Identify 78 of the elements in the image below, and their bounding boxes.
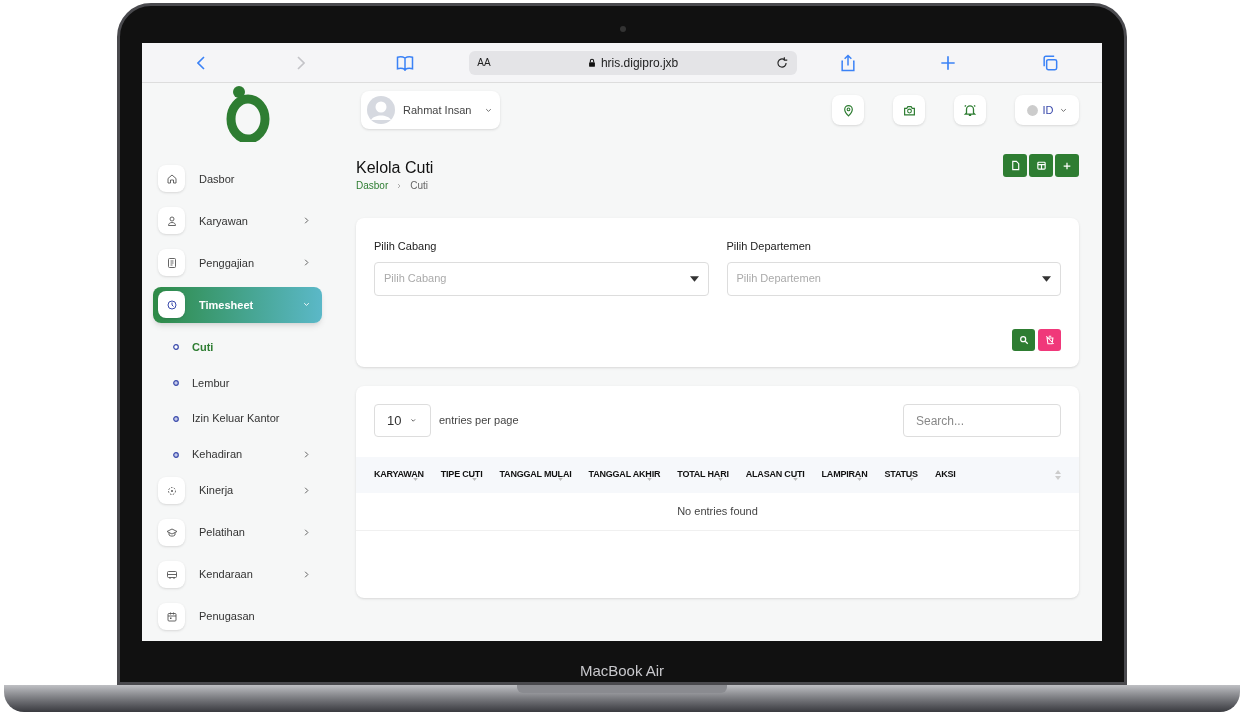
sort-icon: [792, 478, 798, 482]
export-button[interactable]: [1003, 154, 1027, 177]
field-label: Pilih Departemen: [726, 239, 812, 254]
document-icon: [165, 256, 178, 269]
location-button[interactable]: [832, 95, 864, 125]
back-icon: [197, 55, 206, 70]
sidebar-item[interactable]: Pelatihan: [153, 514, 322, 551]
column-header[interactable]: TANGGAL MULAI: [499, 468, 572, 482]
sidebar-item[interactable]: Kendaraan: [153, 556, 322, 593]
column-header[interactable]: TIPE CUTI: [440, 468, 483, 482]
column-header[interactable]: TANGGAL AKHIR: [588, 468, 661, 482]
dropdown-arrow-icon: [1042, 275, 1051, 282]
column-header[interactable]: KARYAWAN: [374, 468, 424, 482]
user-name: Rahmat Insan: [403, 102, 472, 118]
sidebar-item[interactable]: Penggajian: [153, 244, 322, 281]
submenu-item[interactable]: Lembur: [153, 364, 322, 401]
sidebar-item[interactable]: Karyawan: [153, 202, 322, 239]
target-icon: [165, 484, 178, 497]
column-header[interactable]: STATUS: [884, 468, 918, 482]
language-button[interactable]: ID: [1015, 95, 1079, 125]
sidebar-item[interactable]: Kinerja: [153, 472, 322, 509]
filter-off-icon: [1044, 334, 1055, 345]
sidebar-item[interactable]: Penugasan: [153, 598, 322, 635]
person-icon: [165, 214, 178, 227]
file-icon: [1009, 160, 1021, 171]
entries-label: entries per page: [439, 413, 519, 429]
submenu-item[interactable]: Cuti: [153, 328, 322, 365]
sort-icon: [1055, 469, 1061, 481]
graduation-cap-icon: [165, 526, 178, 539]
text-size-button[interactable]: AA: [477, 55, 491, 70]
search-icon: [1018, 334, 1029, 345]
column-header[interactable]: LAMPIRAN: [821, 468, 868, 482]
sort-icon: [856, 478, 862, 482]
sort-icon: [717, 478, 723, 482]
column-header[interactable]: ALASAN CUTI: [745, 468, 805, 482]
bus-icon: [165, 568, 178, 581]
reload-icon[interactable]: [774, 55, 789, 70]
plus-icon: [1062, 160, 1072, 171]
sort-icon: [557, 478, 563, 482]
sort-icon: [412, 478, 418, 482]
add-button[interactable]: [1055, 154, 1079, 177]
page-title: Kelola Cuti: [356, 158, 434, 178]
breadcrumb-link[interactable]: Dasbor: [356, 178, 389, 193]
user-menu[interactable]: Rahmat Insan: [361, 91, 501, 129]
breadcrumb-current: Cuti: [410, 179, 429, 193]
bell-icon: [963, 103, 977, 117]
column-header: AKSI: [934, 468, 956, 482]
sort-icon: [472, 478, 478, 482]
reset-button[interactable]: [1038, 328, 1061, 351]
clock-icon: [165, 298, 178, 311]
sidebar-item[interactable]: Dasbor: [153, 160, 322, 197]
bullet-icon: [173, 415, 179, 422]
location-pin-icon: [841, 103, 855, 117]
logo-icon: [224, 86, 271, 142]
page-size-select[interactable]: 10: [374, 404, 431, 437]
calendar-button[interactable]: [1029, 154, 1053, 177]
notification-button[interactable]: [954, 95, 986, 125]
dropdown-arrow-icon: [689, 275, 699, 282]
column-header[interactable]: TOTAL HARI: [677, 468, 729, 482]
avatar-icon: [367, 96, 395, 124]
url-text: hris.digipro.jxb: [600, 54, 679, 72]
address-bar[interactable]: AA hris.digipro.jxb: [469, 50, 797, 75]
empty-message: No entries found: [677, 504, 758, 520]
home-icon: [165, 172, 178, 185]
bullet-icon: [173, 379, 179, 386]
device-label: MacBook Air: [579, 660, 665, 681]
sort-icon: [908, 478, 914, 482]
forward-icon: [296, 55, 305, 70]
submenu-item[interactable]: Izin Keluar Kantor: [153, 400, 322, 437]
search-field[interactable]: Search...: [903, 404, 1061, 437]
sort-icon: [646, 478, 652, 482]
camera-button[interactable]: [893, 95, 925, 125]
field-label: Pilih Cabang: [374, 239, 438, 254]
bullet-icon: [173, 343, 179, 350]
submenu-item[interactable]: Kehadiran: [153, 436, 322, 473]
lock-icon: [586, 57, 597, 68]
bullet-icon: [173, 451, 179, 458]
search-button[interactable]: [1012, 328, 1035, 351]
